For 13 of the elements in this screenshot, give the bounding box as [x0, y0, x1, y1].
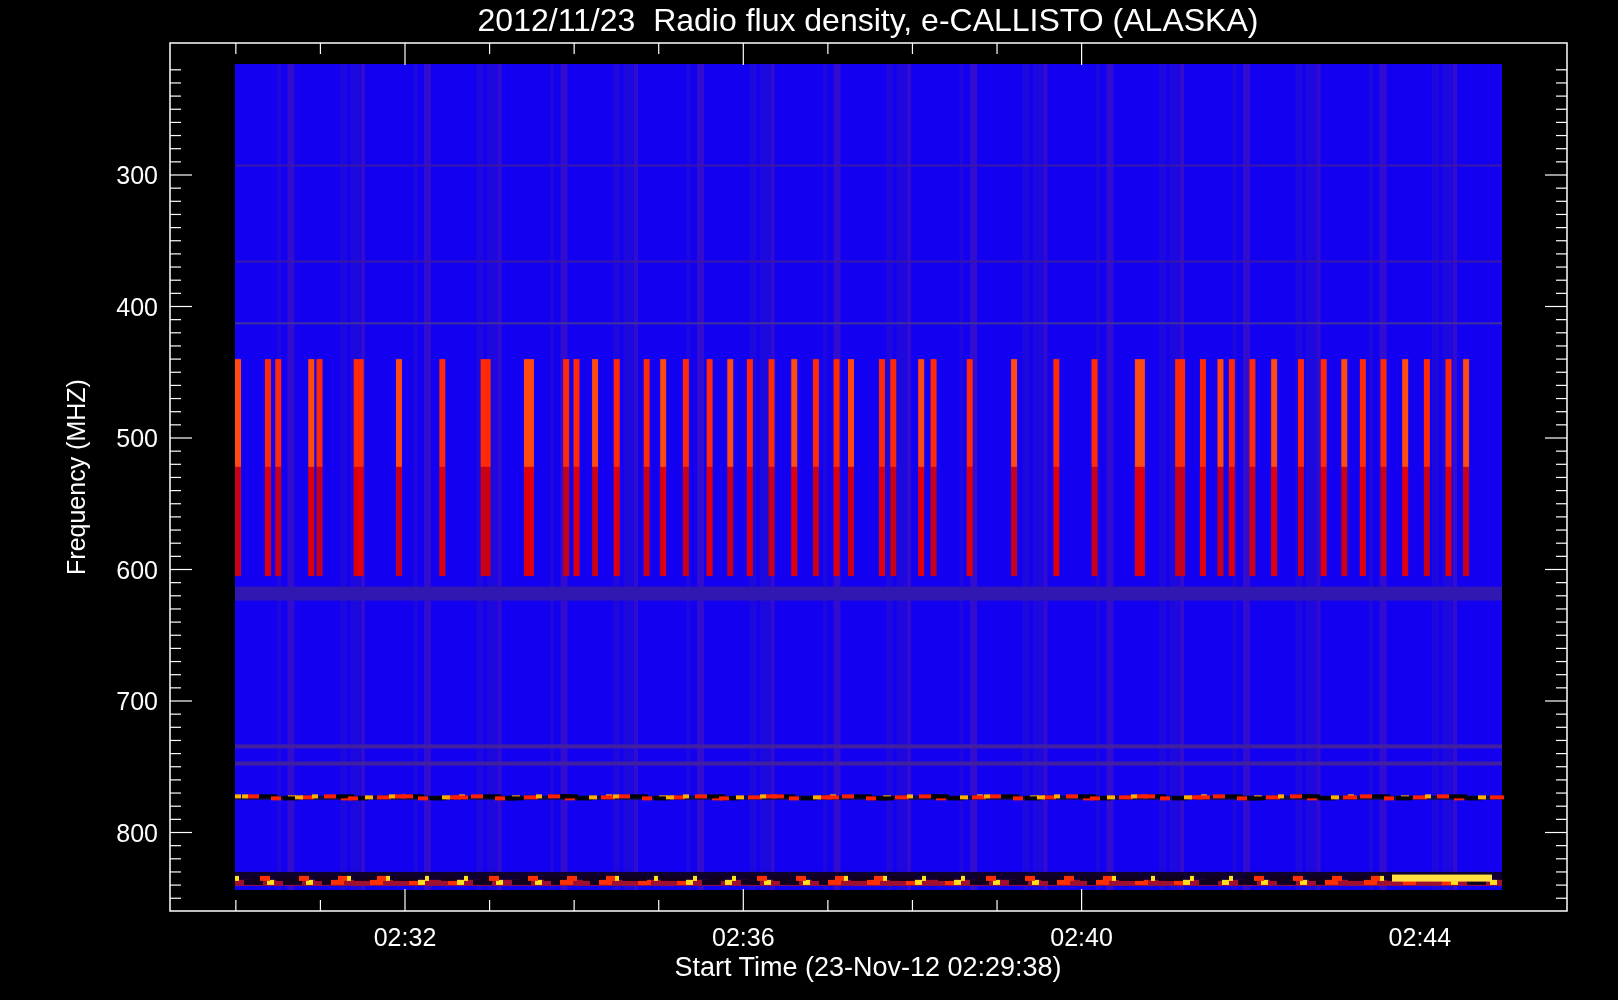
y-tick-label: 700 — [116, 687, 158, 715]
y-tick-label: 400 — [116, 292, 158, 321]
y-tick-label: 300 — [116, 161, 158, 189]
y-tick-label: 800 — [116, 818, 158, 847]
x-tick-label: 02:32 — [373, 923, 437, 951]
x-axis-label: Start Time (23-Nov-12 02:29:38) — [674, 952, 1062, 982]
x-tick-label: 02:44 — [1388, 923, 1452, 951]
y-tick-label: 600 — [116, 555, 158, 584]
x-tick-label: 02:40 — [1050, 923, 1113, 951]
y-tick-label: 500 — [116, 424, 158, 452]
chart-title: 2012/11/23 Radio flux density, e-CALLISTO (ALASKA) — [477, 2, 1259, 38]
x-tick-label: 02:36 — [712, 923, 775, 951]
y-axis-label: Frequency (MHZ) — [62, 379, 90, 575]
